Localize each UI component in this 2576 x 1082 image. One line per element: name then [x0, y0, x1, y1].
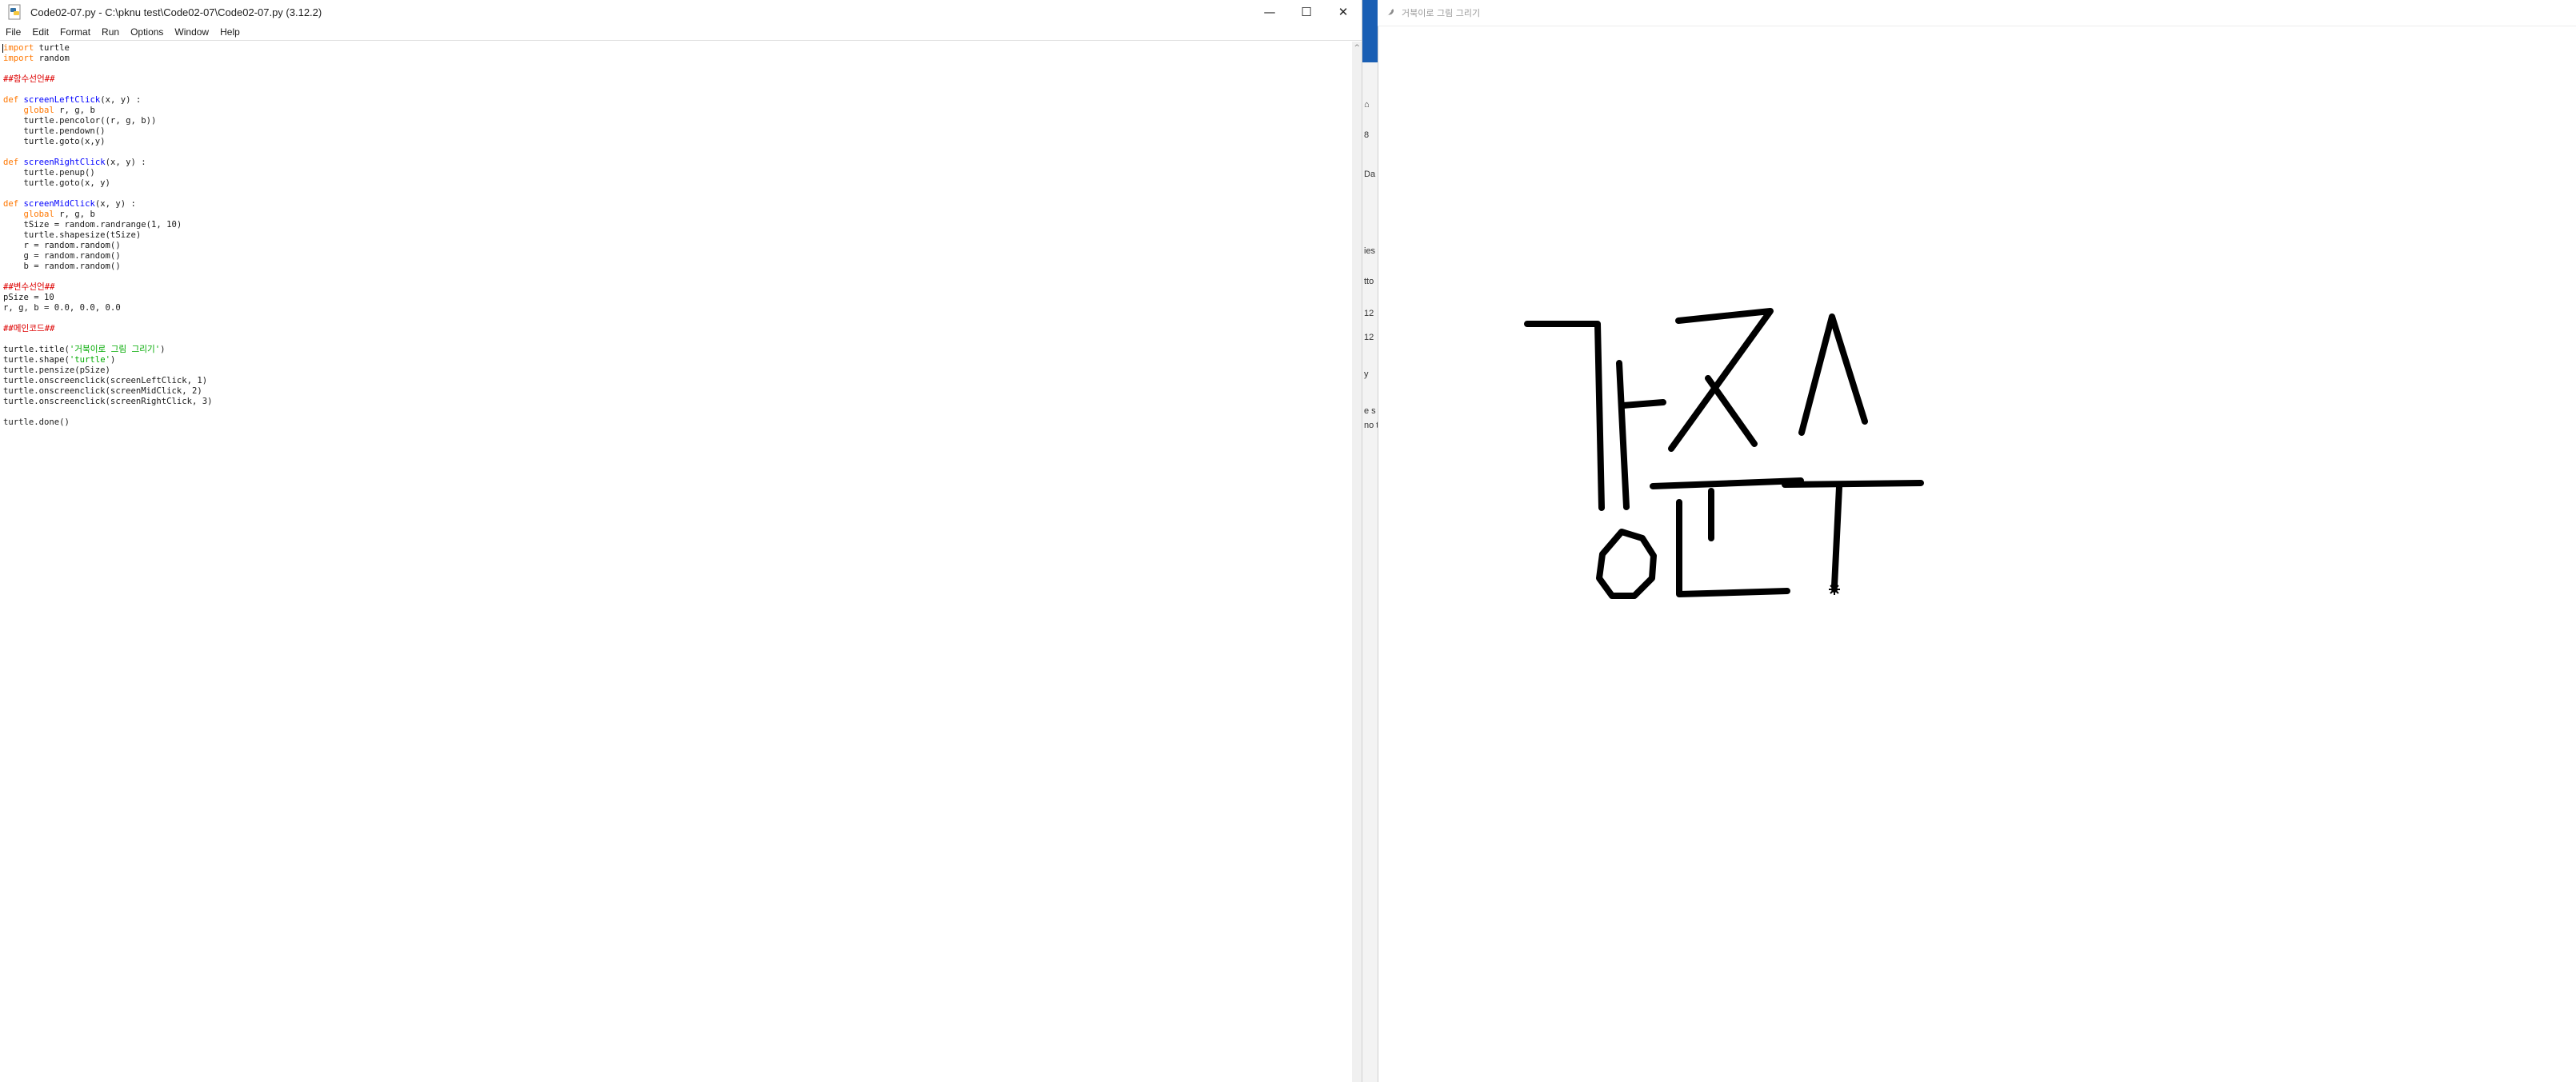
- background-window[interactable]: ⌂ 8 Da ies tto 12 12 y e s no t: [1362, 0, 1378, 1082]
- turtle-window-title: 거북이로 그림 그리기: [1402, 8, 1481, 18]
- background-text: y: [1364, 369, 1369, 379]
- code-line: turtle.pendown(): [3, 126, 106, 136]
- editor-scrollbar[interactable]: [1352, 42, 1362, 1082]
- code-line: def screenRightClick(x, y) :: [3, 158, 146, 167]
- code-line: b = random.random(): [3, 262, 121, 271]
- maximize-button[interactable]: ☐: [1288, 0, 1325, 24]
- code-line: tSize = random.randrange(1, 10): [3, 220, 182, 230]
- menu-run[interactable]: Run: [96, 26, 125, 38]
- window-controls: — ☐ ✕: [1251, 0, 1362, 24]
- code-line: ##변수선언##: [3, 282, 55, 292]
- background-text: no t: [1364, 421, 1378, 430]
- menu-file[interactable]: File: [0, 26, 26, 38]
- menu-help[interactable]: Help: [214, 26, 246, 38]
- minimize-button[interactable]: —: [1251, 0, 1288, 24]
- pen-stroke: [1676, 499, 1790, 597]
- pen-stroke: [1620, 399, 1666, 409]
- editor-menubar: File Edit Format Run Options Window Help: [0, 24, 1362, 41]
- turtle-cursor-icon: [1829, 584, 1840, 595]
- code-line: turtle.onscreenclick(screenLeftClick, 1): [3, 376, 208, 385]
- background-text: ⌂: [1364, 100, 1370, 110]
- pen-stroke: [1650, 477, 1804, 489]
- pen-stroke: [1705, 375, 1758, 447]
- code-line: ##메인코드##: [3, 324, 55, 333]
- code-line: turtle.goto(x,y): [3, 137, 106, 146]
- code-line: turtle.shapesize(tSize): [3, 230, 142, 240]
- code-line: g = random.random(): [3, 251, 121, 261]
- code-line: r, g, b = 0.0, 0.0, 0.0: [3, 303, 121, 313]
- code-line: turtle.onscreenclick(screenRightClick, 3…: [3, 397, 213, 406]
- close-button[interactable]: ✕: [1325, 0, 1362, 24]
- code-line: global r, g, b: [23, 210, 95, 219]
- code-text: import turtle import random ##함수선언## def …: [3, 43, 213, 428]
- pen-stroke: [1798, 313, 1868, 436]
- idle-editor-window: Code02-07.py - C:\pknu test\Code02-07\Co…: [0, 0, 1362, 1082]
- background-window-header: [1362, 0, 1378, 62]
- feather-icon: [1385, 9, 1394, 18]
- menu-options[interactable]: Options: [125, 26, 169, 38]
- menu-edit[interactable]: Edit: [26, 26, 54, 38]
- code-line: turtle.onscreenclick(screenMidClick, 2): [3, 386, 202, 396]
- background-text: Da: [1364, 170, 1376, 179]
- code-line: turtle.shape('turtle'): [3, 355, 116, 365]
- pen-stroke: [1616, 360, 1630, 510]
- pen-stroke: [1524, 321, 1605, 511]
- background-text: e s: [1364, 406, 1376, 416]
- code-line: r = random.random(): [3, 241, 121, 250]
- scroll-up-arrow-icon[interactable]: ^: [1354, 44, 1360, 52]
- code-line: turtle.pencolor((r, g, b)): [3, 116, 157, 126]
- pen-stroke: [1782, 480, 1924, 488]
- editor-window-title: Code02-07.py - C:\pknu test\Code02-07\Co…: [30, 6, 322, 18]
- pen-stroke: [1668, 308, 1774, 452]
- turtle-titlebar[interactable]: 거북이로 그림 그리기: [1378, 0, 2576, 26]
- pen-stroke: [1831, 484, 1842, 589]
- code-line: def screenLeftClick(x, y) :: [3, 95, 142, 105]
- menu-format[interactable]: Format: [54, 26, 96, 38]
- code-line: ##함수선언##: [3, 74, 55, 84]
- background-text: 12: [1364, 309, 1374, 318]
- code-line: import turtle: [3, 43, 70, 53]
- code-line: turtle.pensize(pSize): [3, 365, 110, 375]
- turtle-graphics-window: 거북이로 그림 그리기: [1378, 0, 2576, 1082]
- code-line: global r, g, b: [23, 106, 95, 115]
- turtle-canvas[interactable]: [1378, 26, 2576, 1082]
- drawing-canvas[interactable]: [1378, 26, 2575, 1082]
- code-line: import random: [3, 54, 70, 63]
- code-line: pSize = 10: [3, 293, 54, 302]
- menu-window[interactable]: Window: [169, 26, 214, 38]
- pen-stroke: [1596, 529, 1657, 599]
- code-editor[interactable]: import turtle import random ##함수선언## def …: [0, 42, 1352, 1082]
- code-line: turtle.goto(x, y): [3, 178, 110, 188]
- code-line: turtle.done(): [3, 417, 70, 427]
- background-text: 8: [1364, 130, 1370, 140]
- editor-titlebar[interactable]: Code02-07.py - C:\pknu test\Code02-07\Co…: [0, 0, 1362, 24]
- background-text: tto: [1364, 277, 1374, 286]
- code-line: def screenMidClick(x, y) :: [3, 199, 136, 209]
- code-line: turtle.title('거북이로 그림 그리기'): [3, 345, 166, 354]
- background-text: ies: [1364, 246, 1376, 256]
- code-line: turtle.penup(): [3, 168, 95, 178]
- python-file-icon: [8, 4, 21, 20]
- background-text: 12: [1364, 333, 1374, 342]
